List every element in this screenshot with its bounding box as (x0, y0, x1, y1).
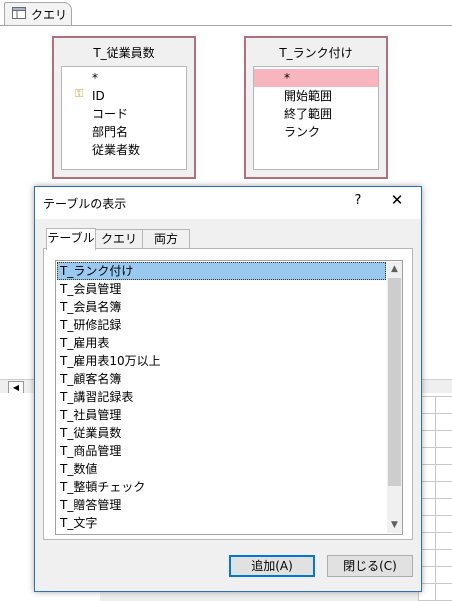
help-icon[interactable]: ? (348, 193, 368, 208)
field-list-rank[interactable]: T_ランク付け * 開始範囲 終了範囲 ランク (244, 36, 388, 179)
tab-tables[interactable]: テーブル (46, 228, 96, 250)
add-button[interactable]: 追加(A) (229, 555, 315, 577)
field-list-box: * 開始範囲 終了範囲 ランク (253, 66, 379, 170)
field-list-box: * ⚿ ID コード 部門名 従業者数 (61, 66, 187, 170)
key-icon: ⚿ (75, 87, 84, 100)
list-item[interactable]: T_会員管理 (57, 280, 386, 298)
scroll-down-icon[interactable]: ▼ (387, 518, 402, 533)
list-item[interactable]: T_数値 (57, 460, 386, 478)
query-tab[interactable]: クエリ7 (4, 2, 72, 37)
list-item[interactable]: T_顧客名簿 (57, 370, 386, 388)
query-icon (12, 7, 26, 19)
field-item[interactable]: 部門名 (92, 123, 128, 141)
list-item[interactable]: T_雇用表10万以上 (57, 352, 386, 370)
field-item[interactable]: 従業者数 (92, 141, 140, 159)
scroll-up-icon[interactable]: ▲ (387, 262, 402, 277)
close-icon[interactable]: ✕ (387, 191, 407, 209)
list-item[interactable]: T_会員名簿 (57, 298, 386, 316)
field-list-title: T_ランク付け (279, 46, 353, 60)
dialog-title: テーブルの表示 (43, 197, 127, 211)
list-item[interactable]: T_講習記録表 (57, 388, 386, 406)
list-vertical-scrollbar[interactable]: ▲ ▼ (387, 262, 402, 533)
document-tab-strip: クエリ7 (0, 0, 452, 37)
list-item[interactable]: T_商品管理 (57, 442, 386, 460)
field-item[interactable]: 開始範囲 (284, 87, 332, 105)
list-item[interactable]: T_従業員数 (57, 424, 386, 442)
field-item[interactable]: ランク (284, 123, 320, 141)
field-item[interactable]: コード (92, 105, 128, 123)
field-list-title: T_従業員数 (93, 46, 155, 60)
list-item[interactable]: T_贈答管理 (57, 496, 386, 514)
list-item[interactable]: T_研修記録 (57, 316, 386, 334)
field-item[interactable]: 終了範囲 (284, 105, 332, 123)
close-button[interactable]: 閉じる(C) (327, 555, 413, 577)
list-item-selected[interactable]: T_ランク付け (57, 262, 386, 280)
field-item[interactable]: ID (92, 87, 105, 105)
tab-both[interactable]: 両方 (142, 229, 190, 249)
field-item[interactable]: * (92, 69, 98, 87)
field-list-employees[interactable]: T_従業員数 * ⚿ ID コード 部門名 従業者数 (52, 36, 196, 179)
list-item[interactable]: T_文字 (57, 514, 386, 532)
query-grid[interactable] (418, 396, 452, 601)
scroll-thumb[interactable] (388, 278, 401, 486)
table-listbox[interactable]: T_ランク付け T_会員管理 T_会員名簿 T_研修記録 T_雇用表 T_雇用表… (55, 260, 403, 535)
list-item[interactable]: T_雇用表 (57, 334, 386, 352)
tab-queries[interactable]: クエリ (94, 229, 144, 249)
list-item[interactable]: T_社員管理 (57, 406, 386, 424)
list-item[interactable]: T_整頓チェック (57, 478, 386, 496)
show-table-dialog: テーブルの表示 ? ✕ テーブル クエリ 両方 T_ランク付け T_会員管理 T… (34, 186, 422, 592)
field-item-selected[interactable]: * (254, 69, 378, 87)
